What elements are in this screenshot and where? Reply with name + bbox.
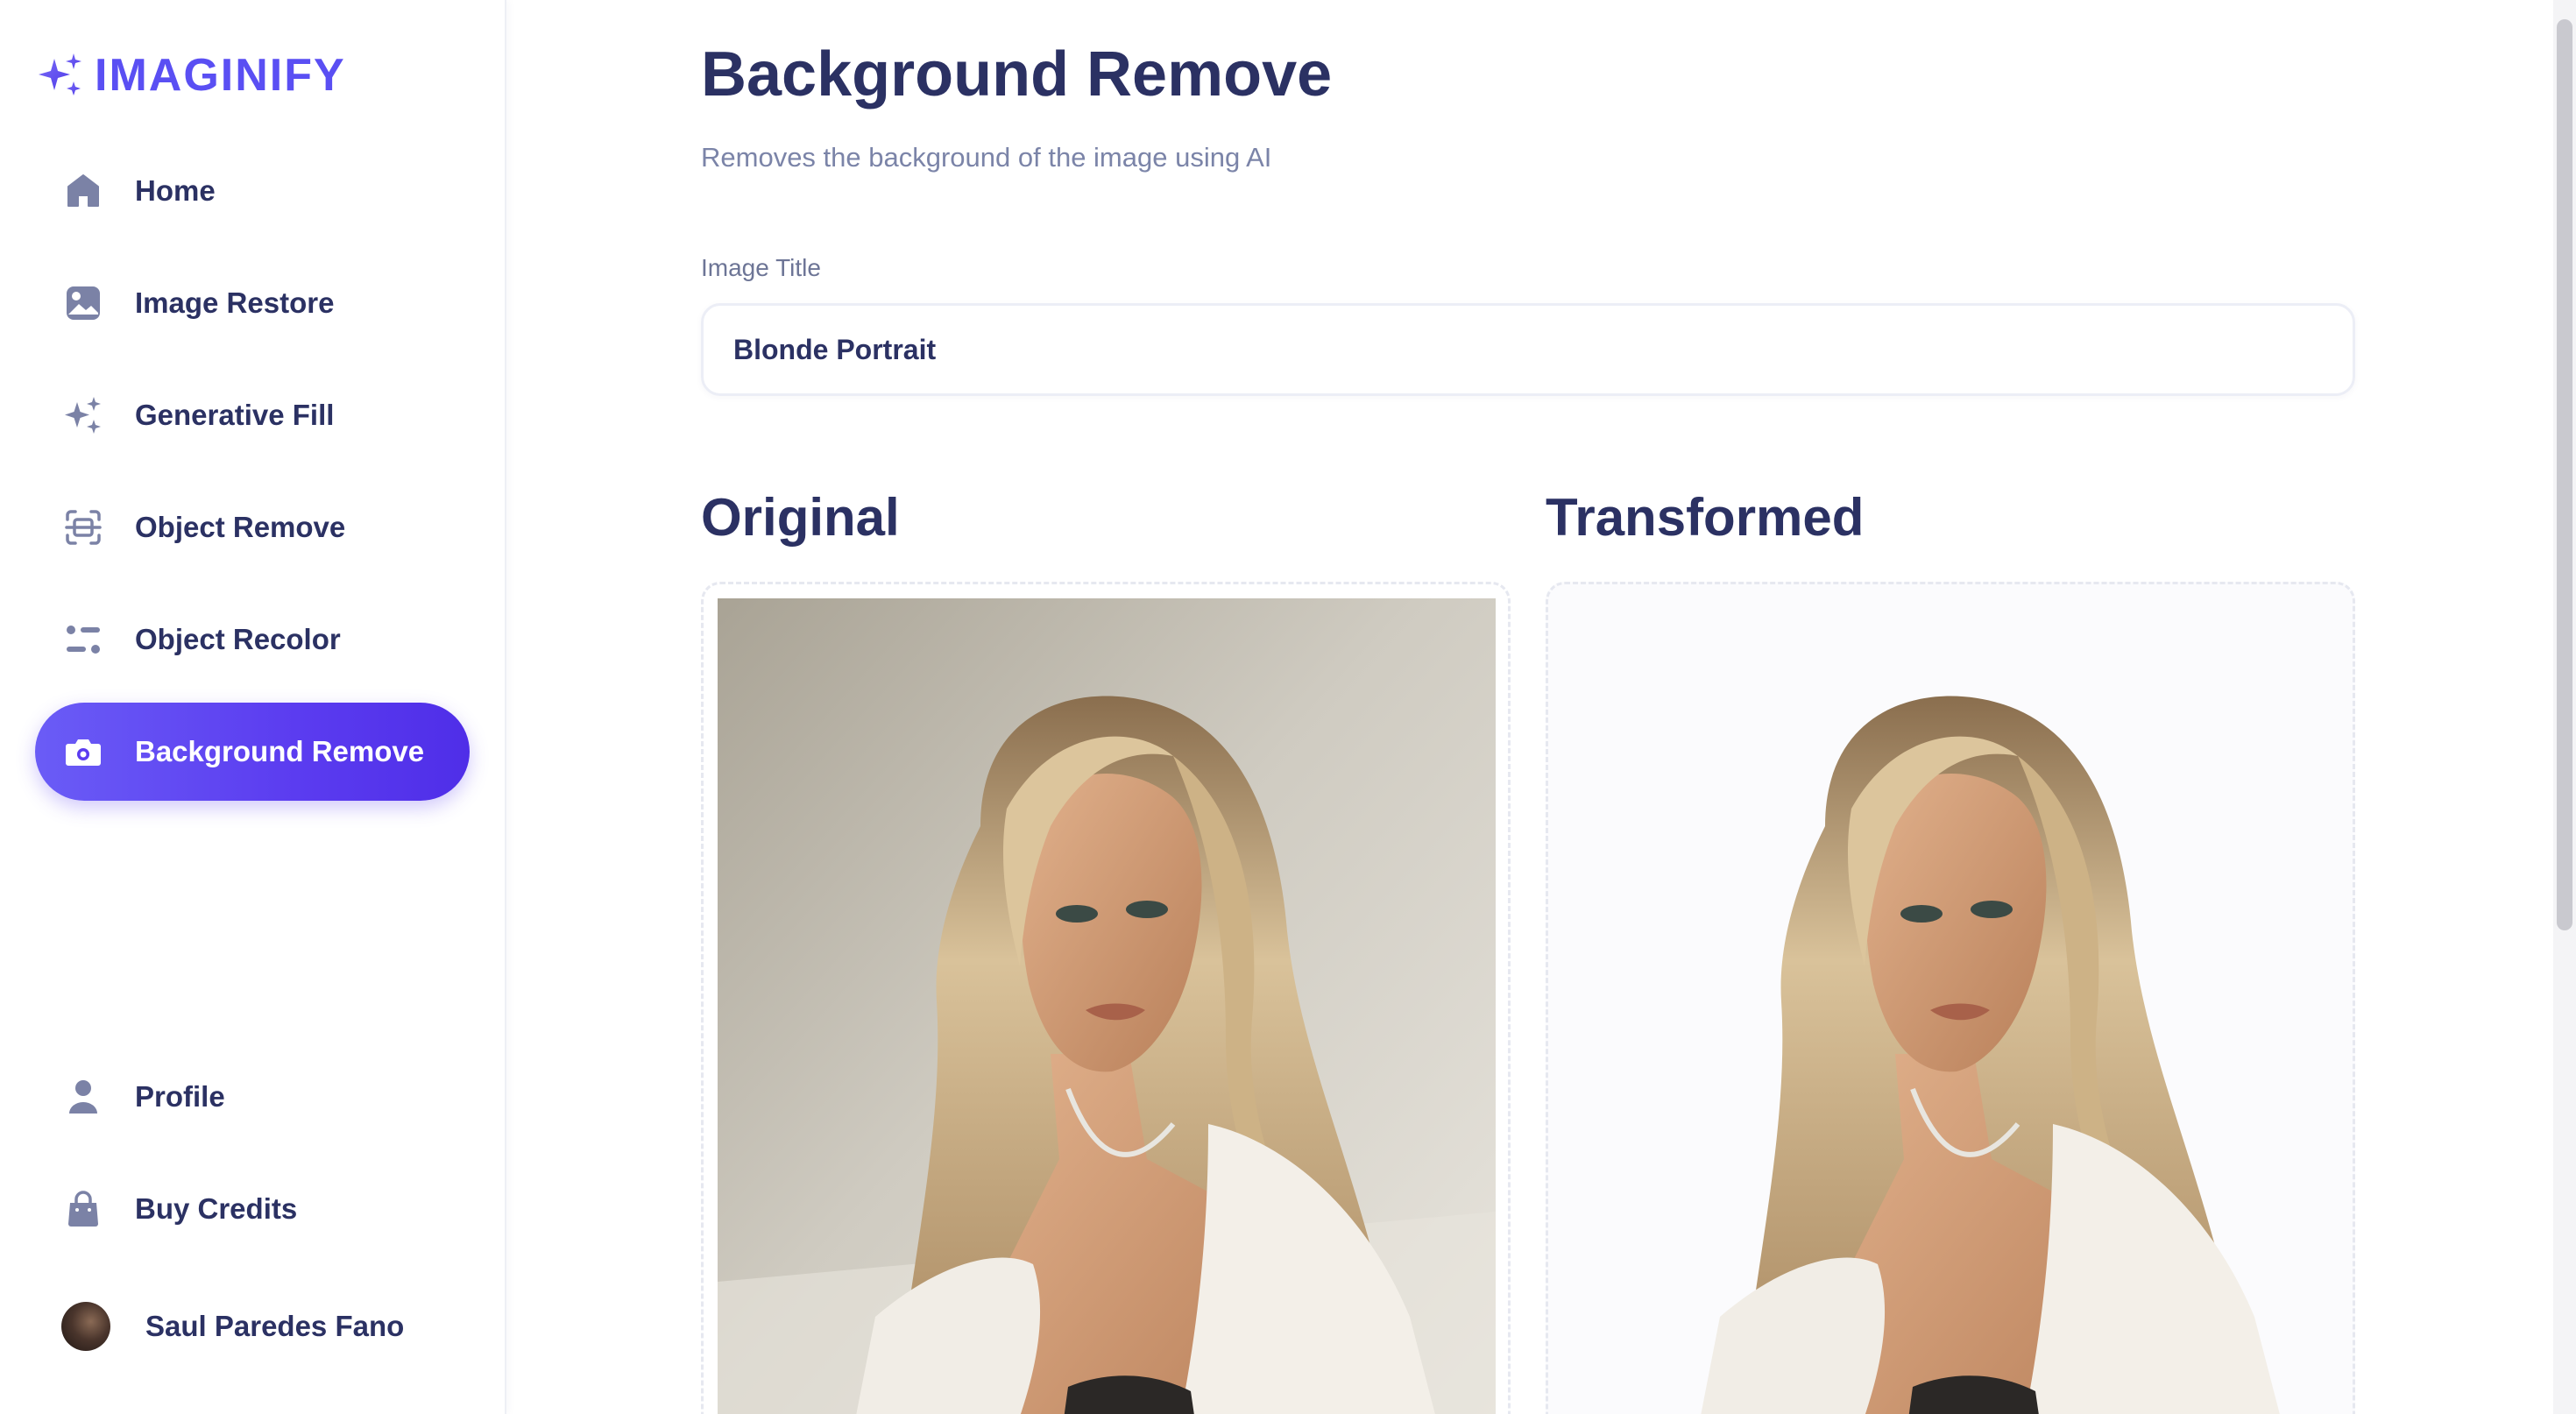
sparkles-logo-icon: [39, 53, 81, 95]
user-name: Saul Paredes Fano: [145, 1310, 405, 1342]
page-subtitle: Removes the background of the image usin…: [701, 142, 1272, 173]
sidebar-item-label: Object Recolor: [135, 623, 341, 655]
app-name: IMAGINIFY: [95, 50, 346, 101]
original-portrait-image: [718, 598, 1496, 1414]
sidebar-item-object-recolor[interactable]: Object Recolor: [35, 590, 470, 689]
sparkles-icon: [63, 395, 103, 435]
sidebar-item-image-restore[interactable]: Image Restore: [35, 254, 470, 352]
main-content: Background Remove Removes the background…: [508, 0, 2558, 1414]
sidebar-item-label: Image Restore: [135, 286, 335, 319]
transformed-heading: Transformed: [1546, 488, 1865, 547]
original-heading: Original: [701, 488, 900, 547]
sidebar-item-background-remove[interactable]: Background Remove: [35, 703, 470, 801]
sidebar-item-generative-fill[interactable]: Generative Fill: [35, 366, 470, 464]
image-title-label: Image Title: [701, 254, 821, 281]
page-title: Background Remove: [701, 39, 1333, 110]
sidebar-item-object-remove[interactable]: Object Remove: [35, 478, 470, 576]
user-icon: [63, 1077, 103, 1117]
sidebar-item-buy-credits[interactable]: Buy Credits: [35, 1160, 470, 1258]
sidebar-item-label: Buy Credits: [135, 1192, 298, 1225]
scrollbar-thumb[interactable]: [2557, 19, 2572, 930]
sidebar-item-label: Home: [135, 174, 216, 207]
transformed-portrait-image: [1562, 598, 2340, 1414]
page-scrollbar[interactable]: [2553, 0, 2576, 1414]
home-icon: [63, 171, 103, 211]
sidebar-item-label: Profile: [135, 1080, 225, 1113]
sidebar-item-label: Background Remove: [135, 735, 425, 767]
camera-icon: [63, 732, 103, 772]
image-icon: [63, 283, 103, 323]
scan-icon: [63, 507, 103, 548]
avatar[interactable]: [61, 1302, 110, 1351]
sidebar: IMAGINIFY Home Image Restore Generative …: [0, 0, 506, 1414]
image-title-input[interactable]: [701, 303, 2355, 396]
original-image-panel[interactable]: [701, 582, 1511, 1414]
sidebar-item-home[interactable]: Home: [35, 142, 470, 240]
logo[interactable]: IMAGINIFY: [35, 49, 346, 102]
sidebar-item-label: Generative Fill: [135, 399, 335, 431]
transformed-image-panel[interactable]: [1546, 582, 2355, 1414]
sidebar-item-label: Object Remove: [135, 511, 346, 543]
bag-icon: [63, 1189, 103, 1229]
user-menu[interactable]: Saul Paredes Fano: [61, 1302, 404, 1351]
sidebar-item-profile[interactable]: Profile: [35, 1048, 470, 1146]
filter-icon: [63, 619, 103, 660]
